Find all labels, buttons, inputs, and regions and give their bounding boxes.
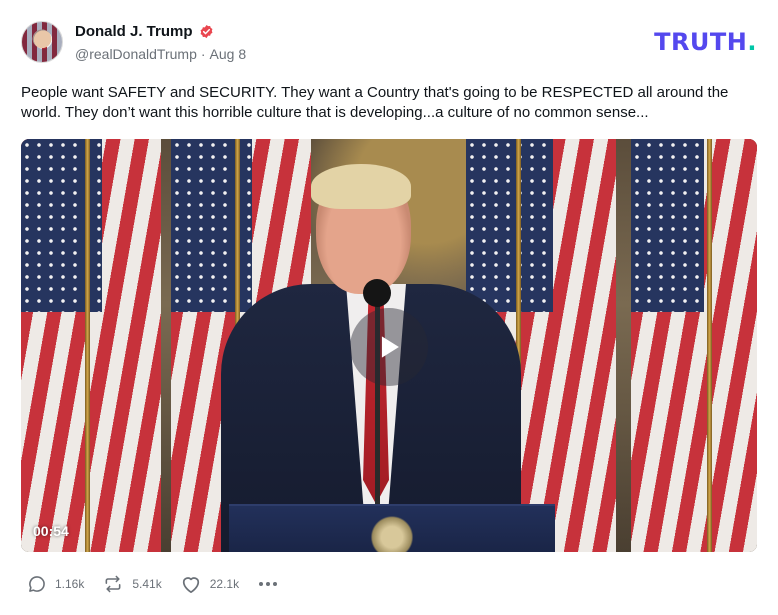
author-meta-row: @realDonaldTrump · Aug 8 <box>75 46 246 62</box>
retruth-button[interactable]: 5.41k <box>102 574 162 594</box>
video-duration: 00:54 <box>33 523 69 539</box>
video-player[interactable]: 00:54 <box>21 139 757 552</box>
post-body-text: People want SAFETY and SECURITY. They wa… <box>21 84 729 121</box>
reply-button[interactable]: 1.16k <box>27 574 84 594</box>
author-name-row: Donald J. Trump <box>75 23 214 40</box>
avatar[interactable] <box>21 21 63 63</box>
flag-left <box>21 139 161 552</box>
play-button[interactable] <box>350 308 428 386</box>
like-button[interactable]: 22.1k <box>180 574 239 594</box>
logo-dot: . <box>747 28 757 56</box>
play-icon <box>381 336 399 358</box>
verified-badge-icon <box>199 24 214 39</box>
author-handle[interactable]: @realDonaldTrump <box>75 46 197 62</box>
more-icon <box>259 582 278 586</box>
post-date[interactable]: Aug 8 <box>210 46 247 62</box>
like-count: 22.1k <box>209 577 240 591</box>
truth-logo[interactable]: TRUTH. <box>654 28 757 56</box>
retruth-icon <box>105 575 121 593</box>
truth-post: Donald J. Trump @realDonaldTrump · Aug 8… <box>0 0 778 615</box>
reply-icon <box>29 576 45 592</box>
heart-icon <box>182 577 199 594</box>
flag-right <box>631 139 757 552</box>
retruth-count: 5.41k <box>132 577 162 591</box>
meta-separator: · <box>200 46 206 62</box>
logo-text: TRUTH <box>654 28 748 56</box>
podium-seal <box>367 512 417 552</box>
author-display-name[interactable]: Donald J. Trump <box>75 23 193 40</box>
podium <box>229 504 555 552</box>
reply-count: 1.16k <box>55 577 85 591</box>
action-bar: 1.16k 5.41k 22.1k <box>27 574 279 594</box>
more-options-button[interactable] <box>257 580 279 588</box>
